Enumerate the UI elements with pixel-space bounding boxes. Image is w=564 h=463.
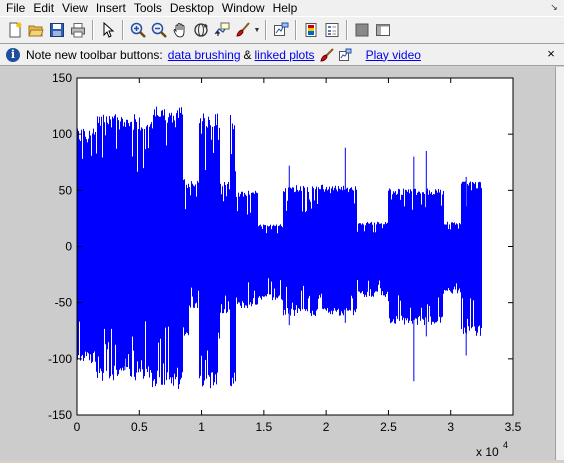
hide-plot-tools-icon[interactable] <box>351 20 372 41</box>
signal-plot[interactable]: 0 0.5 1 1.5 2 2.5 3 3.5 -150 -100 -50 0 50 100 150 x 10… <box>0 67 564 460</box>
brush-dropdown-icon[interactable]: ▼ <box>253 20 261 41</box>
info-icon: i <box>6 47 20 62</box>
ampersand-text: & <box>243 47 252 62</box>
edit-plot-arrow-icon[interactable] <box>97 20 118 41</box>
zoom-out-icon[interactable] <box>148 20 169 41</box>
toolbar-separator <box>122 20 123 40</box>
brush-icon[interactable] <box>232 20 253 41</box>
menu-tools[interactable]: Tools <box>130 0 166 16</box>
figure-canvas: 0 0.5 1 1.5 2 2.5 3 3.5 -150 -100 -50 0 50 100 150 x 10… <box>0 67 564 460</box>
toolbar-separator <box>92 20 93 40</box>
menu-insert[interactable]: Insert <box>92 0 130 16</box>
linked-plots-link[interactable]: linked plots <box>255 48 315 62</box>
x-tick-label: 0 <box>74 420 81 434</box>
menu-window[interactable]: Window <box>218 0 269 16</box>
menu-edit[interactable]: Edit <box>29 0 58 16</box>
close-icon[interactable]: × <box>544 47 558 61</box>
x-exponent-power: 4 <box>503 440 508 450</box>
y-tick-label: 100 <box>52 127 72 141</box>
y-tick-label: 50 <box>59 183 73 197</box>
menu-bar: File Edit View Insert Tools Desktop Wind… <box>0 0 564 16</box>
rotate-3d-icon[interactable] <box>190 20 211 41</box>
print-figure-icon[interactable] <box>67 20 88 41</box>
x-tick-label: 3.5 <box>505 420 522 434</box>
data-brushing-link[interactable]: data brushing <box>168 48 241 62</box>
pan-hand-icon[interactable] <box>169 20 190 41</box>
menu-help[interactable]: Help <box>269 0 302 16</box>
menu-file[interactable]: File <box>0 0 29 16</box>
window-edge <box>555 67 564 460</box>
x-tick-label: 2 <box>323 420 330 434</box>
toolbar-separator <box>265 20 266 40</box>
brush-icon <box>318 44 336 65</box>
show-plot-tools-icon[interactable] <box>372 20 393 41</box>
y-tick-label: -100 <box>48 352 72 366</box>
zoom-in-icon[interactable] <box>127 20 148 41</box>
link-plot-icon[interactable] <box>270 20 291 41</box>
dock-arrow-icon[interactable]: ↘ <box>548 1 560 14</box>
y-tick-label: -150 <box>48 408 72 422</box>
menu-view[interactable]: View <box>58 0 92 16</box>
toolbar-separator <box>295 20 296 40</box>
x-tick-label: 2.5 <box>380 420 397 434</box>
y-tick-label: 0 <box>65 240 72 254</box>
insert-colorbar-icon[interactable] <box>300 20 321 41</box>
menu-desktop[interactable]: Desktop <box>166 0 218 16</box>
save-figure-icon[interactable] <box>46 20 67 41</box>
open-file-icon[interactable] <box>25 20 46 41</box>
x-tick-label: 1.5 <box>256 420 273 434</box>
x-exponent-label: x 10 <box>476 445 499 459</box>
info-text: Note new toolbar buttons: <box>26 47 163 62</box>
data-cursor-icon[interactable] <box>211 20 232 41</box>
toolbar-separator <box>346 20 347 40</box>
play-video-link[interactable]: Play video <box>366 48 421 62</box>
insert-legend-icon[interactable] <box>321 20 342 41</box>
new-figure-icon[interactable] <box>4 20 25 41</box>
y-tick-label: -50 <box>55 296 73 310</box>
y-tick-label: 150 <box>52 71 72 85</box>
figure-toolbar: ▼ <box>0 16 564 44</box>
info-bar: i Note new toolbar buttons: data brushin… <box>0 44 564 66</box>
link-plot-icon <box>336 44 354 65</box>
x-tick-label: 0.5 <box>131 420 148 434</box>
x-tick-label: 1 <box>198 420 205 434</box>
x-tick-label: 3 <box>447 420 454 434</box>
